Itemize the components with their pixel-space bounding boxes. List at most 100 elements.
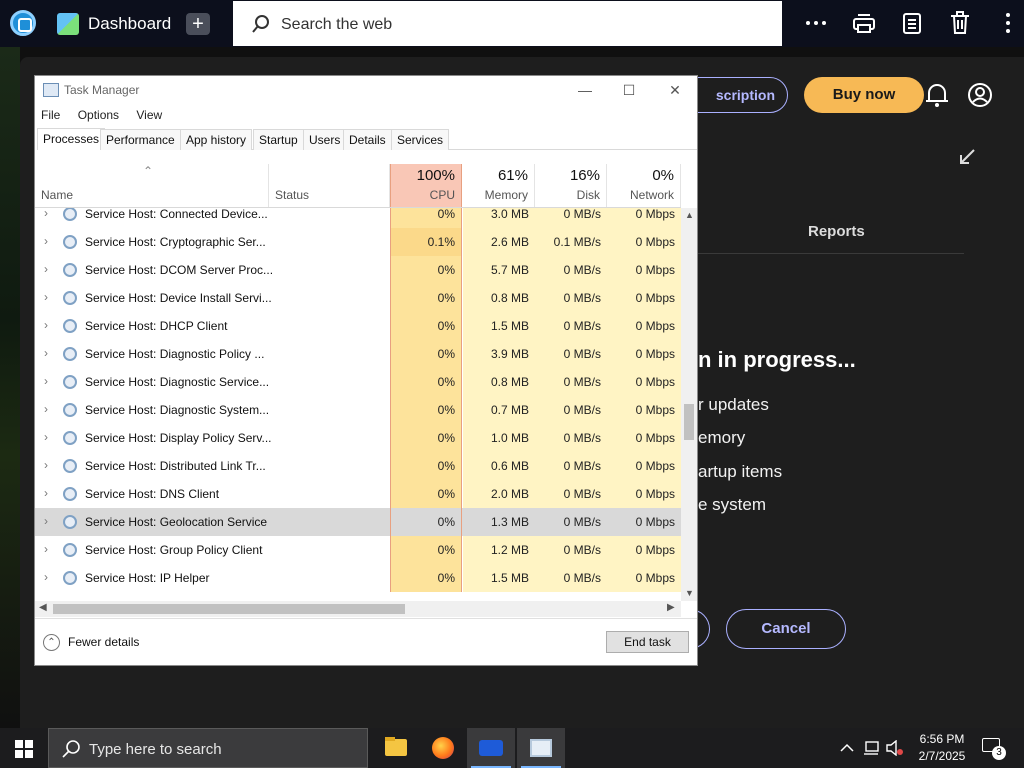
new-tab-button[interactable]: + — [186, 13, 210, 35]
notification-center-icon[interactable]: 3 — [982, 738, 1006, 760]
task-manager-taskbar-icon[interactable] — [517, 728, 565, 768]
cell-disk: 0 MB/s — [535, 452, 607, 480]
table-row[interactable]: › Service Host: IP Helper 0% 1.5 MB 0 MB/s 0 … — [35, 564, 681, 592]
service-gear-icon — [63, 543, 77, 557]
kebab-icon[interactable] — [995, 10, 1021, 36]
cell-cpu: 0% — [390, 564, 462, 592]
process-name: Service Host: Group Policy Client — [85, 543, 263, 557]
cancel-button[interactable]: Cancel — [726, 609, 846, 649]
cell-net: 0 Mbps — [607, 452, 681, 480]
tab-startup[interactable]: Startup — [253, 129, 304, 150]
firefox-icon[interactable] — [419, 728, 467, 768]
expand-chevron-icon[interactable]: › — [44, 346, 48, 360]
bell-icon[interactable] — [923, 81, 951, 109]
tab-processes[interactable]: Processes — [37, 128, 106, 150]
tab-title[interactable]: Dashboard — [88, 14, 171, 34]
chevron-up-icon[interactable] — [840, 741, 854, 755]
scroll-up-icon[interactable]: ▲ — [685, 210, 694, 220]
taskbar-search-input[interactable]: Type here to search — [48, 728, 368, 768]
scroll-thumb[interactable] — [53, 604, 405, 614]
malwarebytes-icon[interactable] — [467, 728, 515, 768]
service-gear-icon — [63, 319, 77, 333]
table-row[interactable]: › Service Host: Diagnostic Service... 0% 0.… — [35, 368, 681, 396]
column-name[interactable]: ⌃ Name — [35, 164, 269, 208]
buy-now-button[interactable]: Buy now — [804, 77, 924, 113]
table-row[interactable]: › Service Host: Connected Device... 0% 3.0 … — [35, 208, 681, 228]
table-row[interactable]: › Service Host: Device Install Servi... 0%… — [35, 284, 681, 312]
print-icon[interactable] — [851, 10, 877, 36]
more-icon[interactable] — [803, 10, 829, 36]
menu-file[interactable]: File — [41, 108, 60, 122]
search-icon — [252, 15, 269, 33]
expand-chevron-icon[interactable]: › — [44, 402, 48, 416]
vertical-scrollbar[interactable]: ▲ ▼ — [681, 208, 697, 601]
tab-details[interactable]: Details — [343, 129, 392, 150]
expand-chevron-icon[interactable]: › — [44, 514, 48, 528]
close-button[interactable]: ✕ — [661, 80, 689, 100]
expand-chevron-icon[interactable]: › — [44, 318, 48, 332]
fewer-details-link[interactable]: Fewer details — [68, 635, 139, 649]
cell-mem: 5.7 MB — [463, 256, 535, 284]
expand-chevron-icon[interactable]: › — [44, 542, 48, 556]
column-status[interactable]: Status — [269, 164, 390, 208]
volume-muted-icon[interactable] — [886, 740, 904, 756]
cell-net: 0 Mbps — [635, 515, 675, 529]
app-logo-icon[interactable] — [10, 10, 36, 36]
clock-date[interactable]: 2/7/2025 — [912, 749, 972, 763]
scroll-left-icon[interactable]: ◀ — [39, 602, 47, 613]
web-search-input[interactable]: Search the web — [233, 1, 782, 46]
horizontal-scrollbar[interactable]: ◀ ▶ — [35, 601, 681, 617]
maximize-button[interactable]: ☐ — [615, 80, 643, 100]
scroll-down-icon[interactable]: ▼ — [685, 588, 694, 598]
windows-start-icon[interactable] — [15, 740, 33, 758]
menu-options[interactable]: Options — [78, 108, 119, 122]
clipboard-icon[interactable] — [899, 10, 925, 36]
expand-chevron-icon[interactable]: › — [44, 234, 48, 248]
menu-view[interactable]: View — [136, 108, 162, 122]
expand-chevron-icon[interactable]: › — [44, 208, 48, 220]
column-network[interactable]: 0% Network — [607, 164, 681, 208]
column-label: Memory — [484, 188, 528, 202]
fewer-details-icon[interactable]: ⌃ — [43, 634, 60, 651]
table-row[interactable]: › Service Host: Display Policy Serv... 0% 1… — [35, 424, 681, 452]
expand-chevron-icon[interactable]: › — [44, 290, 48, 304]
table-row[interactable]: › Service Host: Distributed Link Tr... 0% 0… — [35, 452, 681, 480]
expand-chevron-icon[interactable]: › — [44, 262, 48, 276]
column-cpu[interactable]: 100% CPU — [390, 164, 462, 208]
file-explorer-icon[interactable] — [371, 728, 419, 768]
expand-chevron-icon[interactable]: › — [44, 486, 48, 500]
table-row[interactable]: › Service Host: Geolocation Service 0% 1.3 … — [35, 508, 681, 536]
expand-chevron-icon[interactable]: › — [44, 430, 48, 444]
table-row[interactable]: › Service Host: DCOM Server Proc... 0% 5.7 … — [35, 256, 681, 284]
end-task-button[interactable]: End task — [606, 631, 689, 653]
table-row[interactable]: › Service Host: Diagnostic Policy ... 0% 3.… — [35, 340, 681, 368]
tab-app-history[interactable]: App history — [180, 129, 253, 150]
tab-users[interactable]: Users — [303, 129, 347, 150]
table-row[interactable]: › Service Host: Cryptographic Ser... 0.1% 2… — [35, 228, 681, 256]
table-row[interactable]: › Service Host: Diagnostic System... 0% 0.7… — [35, 396, 681, 424]
tab-performance[interactable]: Performance — [100, 129, 181, 150]
minimize-button[interactable]: — — [571, 80, 599, 100]
clock-time[interactable]: 6:56 PM — [912, 732, 972, 746]
menu-bar: File Options View — [41, 108, 176, 126]
table-row[interactable]: › Service Host: Group Policy Client 0% 1.2 … — [35, 536, 681, 564]
network-icon[interactable] — [862, 740, 880, 756]
scroll-thumb[interactable] — [684, 404, 694, 440]
expand-chevron-icon[interactable]: › — [44, 570, 48, 584]
scroll-right-icon[interactable]: ▶ — [667, 602, 675, 613]
column-memory[interactable]: 61% Memory — [463, 164, 535, 208]
user-account-icon[interactable] — [966, 81, 994, 109]
table-row[interactable]: › Service Host: DHCP Client 0% 1.5 MB 0 MB/s… — [35, 312, 681, 340]
column-disk[interactable]: 16% Disk — [535, 164, 607, 208]
expand-chevron-icon[interactable]: › — [44, 374, 48, 388]
expand-chevron-icon[interactable]: › — [44, 458, 48, 472]
cell-cpu: 0% — [390, 284, 462, 312]
table-row[interactable]: › Service Host: DNS Client 0% 2.0 MB 0 MB/s 0… — [35, 480, 681, 508]
task-manager-window: Task Manager — ☐ ✕ File Options View Pro… — [34, 75, 698, 666]
tab-services[interactable]: Services — [391, 129, 450, 150]
collapse-arrow-icon[interactable] — [957, 147, 977, 167]
background-strip — [0, 47, 20, 728]
tab-reports[interactable]: Reports — [808, 223, 865, 240]
title-bar[interactable]: Task Manager — ☐ ✕ — [35, 76, 697, 104]
trash-icon[interactable] — [947, 10, 973, 36]
